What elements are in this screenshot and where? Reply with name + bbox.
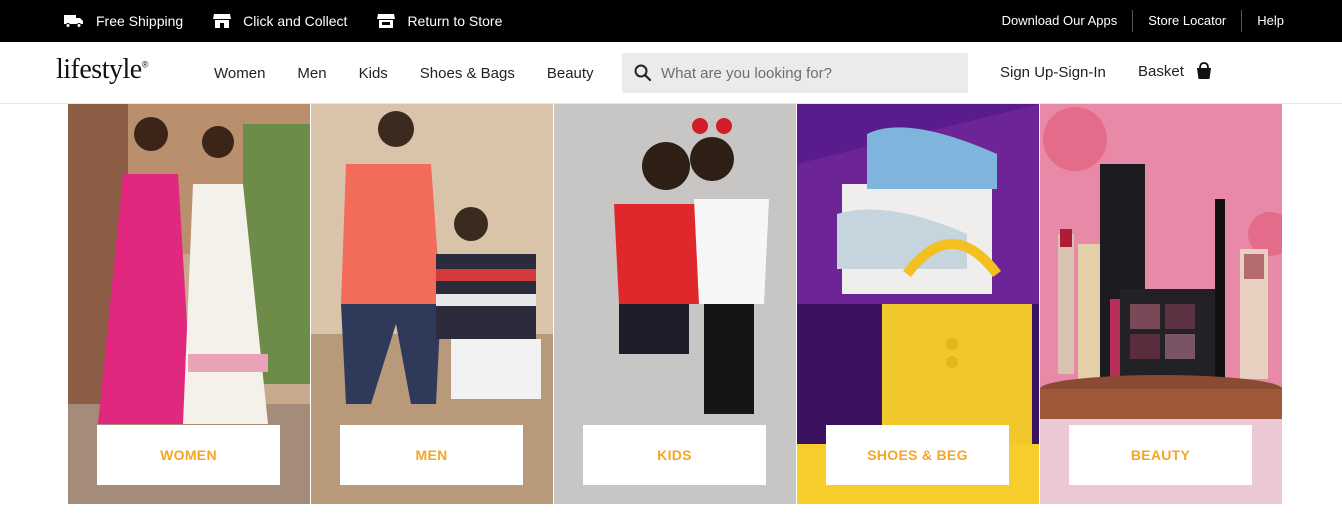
beauty-button[interactable]: BEAUTY <box>1069 425 1252 485</box>
registered-mark: ® <box>141 59 149 70</box>
basket-icon <box>1196 62 1211 79</box>
free-shipping-label: Free Shipping <box>96 13 184 29</box>
basket-label: Basket <box>1138 62 1184 80</box>
click-and-collect-link[interactable]: Click and Collect <box>213 13 347 29</box>
nav-kids[interactable]: Kids <box>359 65 388 82</box>
utility-links: Download Our Apps Store Locator Help <box>987 0 1284 42</box>
click-and-collect-label: Click and Collect <box>243 13 348 29</box>
nav-beauty[interactable]: Beauty <box>547 65 594 82</box>
tile-men[interactable]: MEN <box>311 104 553 504</box>
nav-men[interactable]: Men <box>297 65 326 82</box>
nav-shoes-bags[interactable]: Shoes & Bags <box>420 65 515 82</box>
search-input[interactable] <box>661 64 951 82</box>
free-shipping-link[interactable]: Free Shipping <box>64 13 183 29</box>
store-locator-link[interactable]: Store Locator <box>1132 10 1241 32</box>
main-nav: Women Men Kids Shoes & Bags Beauty <box>214 42 626 104</box>
women-button[interactable]: WOMEN <box>97 425 280 485</box>
store-icon <box>213 14 232 28</box>
shoes-bags-button[interactable]: SHOES & BEG <box>826 425 1009 485</box>
return-to-store-link[interactable]: Return to Store <box>377 13 502 29</box>
tile-kids[interactable]: KIDS <box>554 104 796 504</box>
top-utility-bar: Free Shipping Click and Collect Return t… <box>0 0 1342 42</box>
main-header: lifestyle® Women Men Kids Shoes & Bags B… <box>0 42 1342 104</box>
truck-icon <box>64 15 83 28</box>
download-apps-link[interactable]: Download Our Apps <box>987 10 1133 32</box>
tile-women[interactable]: WOMEN <box>68 104 310 504</box>
store-return-icon <box>377 14 396 28</box>
signup-signin-link[interactable]: Sign Up-Sign-In <box>1000 64 1106 81</box>
category-tiles: WOMEN MEN KIDS SHOES & BEG BEAUTY <box>68 104 1282 504</box>
return-to-store-label: Return to Store <box>407 13 503 29</box>
nav-women[interactable]: Women <box>214 65 265 82</box>
men-button[interactable]: MEN <box>340 425 523 485</box>
search-bar <box>622 53 968 93</box>
logo-text: lifestyle <box>56 54 142 85</box>
tile-beauty[interactable]: BEAUTY <box>1040 104 1282 504</box>
kids-button[interactable]: KIDS <box>583 425 766 485</box>
lifestyle-logo[interactable]: lifestyle® <box>56 54 148 86</box>
search-icon[interactable] <box>634 64 652 82</box>
service-links: Free Shipping Click and Collect Return t… <box>64 0 532 42</box>
tile-shoes-bags[interactable]: SHOES & BEG <box>797 104 1039 504</box>
basket-button[interactable]: Basket <box>1138 62 1212 80</box>
help-link[interactable]: Help <box>1241 10 1284 32</box>
